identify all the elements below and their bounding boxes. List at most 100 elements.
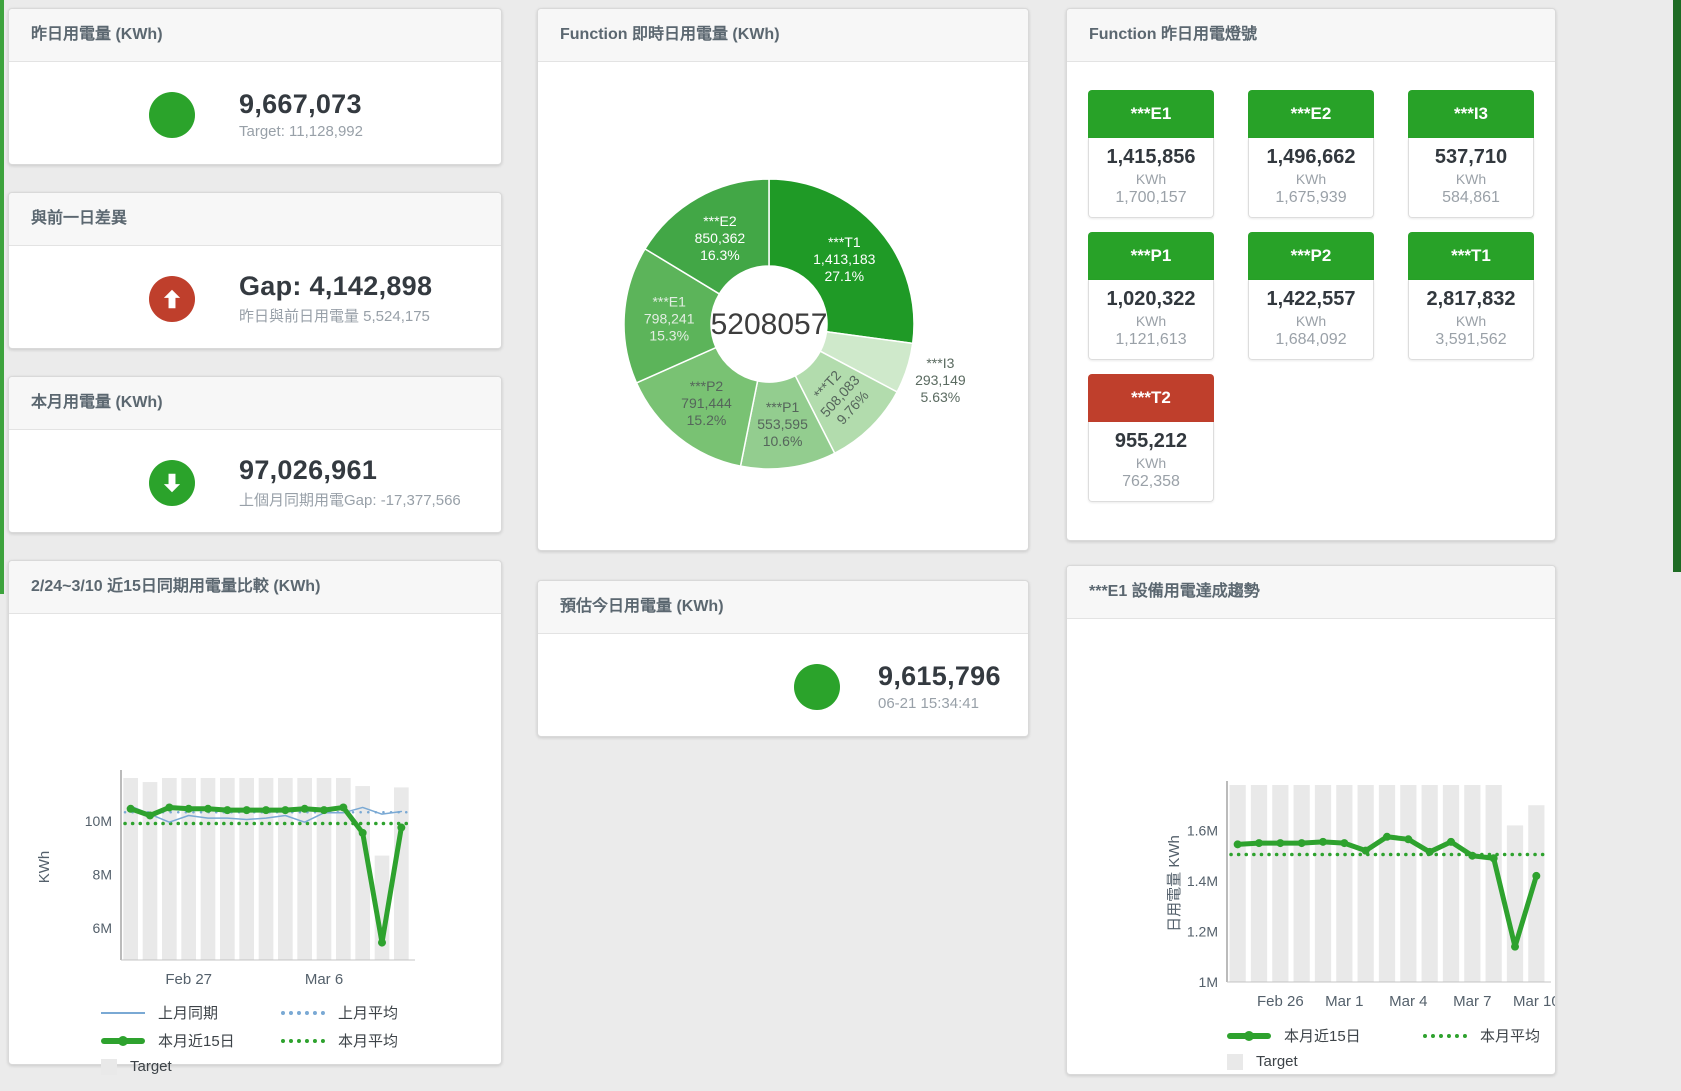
y-tick-label: 1.2M: [1187, 923, 1218, 939]
series-point[interactable]: [281, 806, 289, 814]
series-point[interactable]: [1340, 839, 1348, 847]
series-point[interactable]: [1298, 839, 1306, 847]
legend-label: 上月同期: [158, 1002, 218, 1023]
tile-value: 955,212: [1089, 430, 1213, 453]
target-bar[interactable]: [259, 778, 274, 960]
month-value: 97,026,961: [239, 455, 461, 486]
arrow-down-circle-icon: [149, 460, 195, 506]
gap-sub-label: 昨日與前日用電量 5,524,175: [239, 305, 432, 326]
legend-item[interactable]: 本月近15日: [101, 1030, 281, 1051]
status-tile-grid: ***E1 1,415,856 KWh 1,700,157 ***E2 1,49…: [1067, 62, 1555, 502]
target-bar[interactable]: [1507, 825, 1523, 982]
x-tick-label: Mar 7: [1453, 993, 1491, 1010]
series-point[interactable]: [1426, 848, 1434, 856]
series-point[interactable]: [185, 805, 193, 813]
series-point[interactable]: [223, 806, 231, 814]
target-bar[interactable]: [1272, 785, 1288, 982]
y-axis-title: 日用電量 KWh: [1166, 835, 1183, 932]
legend-item[interactable]: 上月平均: [281, 1002, 501, 1023]
y-tick-label: 1.4M: [1187, 873, 1218, 889]
panel-yesterday-usage: 昨日用電量 (KWh) 9,667,073 Target: 11,128,992: [8, 8, 502, 165]
target-bar[interactable]: [278, 778, 293, 960]
target-bar[interactable]: [1443, 785, 1459, 982]
series-point[interactable]: [165, 803, 173, 811]
series-point[interactable]: [320, 806, 328, 814]
legend-item[interactable]: 本月近15日: [1227, 1025, 1423, 1046]
target-bar[interactable]: [143, 782, 158, 960]
target-bar[interactable]: [1294, 785, 1310, 982]
series-point[interactable]: [1362, 847, 1370, 855]
series-point[interactable]: [262, 806, 270, 814]
tile-p1: ***P1 1,020,322 KWh 1,121,613: [1088, 232, 1214, 360]
panel-title: 與前一日差異: [9, 193, 501, 246]
panel-title: Function 即時日用電量 (KWh): [538, 9, 1028, 62]
tile-value: 1,496,662: [1249, 146, 1373, 169]
series-point[interactable]: [127, 805, 135, 813]
tile-target: 1,675,939: [1249, 189, 1373, 207]
tile-value: 1,415,856: [1089, 146, 1213, 169]
target-bar[interactable]: [220, 778, 235, 960]
series-point[interactable]: [301, 805, 309, 813]
series-point[interactable]: [1490, 854, 1498, 862]
tile-value: 2,817,832: [1409, 288, 1533, 311]
series-point[interactable]: [243, 806, 251, 814]
panel-title: 昨日用電量 (KWh): [9, 9, 501, 62]
tile-i3: ***I3 537,710 KWh 584,861: [1408, 90, 1534, 218]
tile-unit: KWh: [1409, 313, 1533, 329]
target-bar[interactable]: [1400, 785, 1416, 982]
compare-chart-legend: 上月同期 上月平均本月近15日本月平均Target: [101, 1002, 501, 1075]
series-point[interactable]: [1319, 838, 1327, 846]
tile-t1: ***T1 2,817,832 KWh 3,591,562: [1408, 232, 1534, 360]
compare-line-chart[interactable]: 6M8M10MFeb 27Mar 6KWh: [9, 614, 501, 992]
tile-p2: ***P2 1,422,557 KWh 1,684,092: [1248, 232, 1374, 360]
legend-item[interactable]: 上月同期: [101, 1002, 281, 1023]
target-bar[interactable]: [1464, 785, 1480, 982]
estimate-timestamp: 06-21 15:34:41: [878, 695, 1001, 712]
series-point[interactable]: [204, 805, 212, 813]
target-bar[interactable]: [1336, 785, 1352, 982]
series-point[interactable]: [359, 829, 367, 837]
e1-trend-line-chart[interactable]: 1M1.2M1.4M1.6MFeb 26Mar 1Mar 4Mar 7Mar 1…: [1067, 619, 1555, 1013]
usage-donut-chart[interactable]: ***T11,413,18327.1%***I3293,1495.63%***T…: [538, 62, 1028, 551]
tile-target: 1,684,092: [1249, 331, 1373, 349]
target-bar[interactable]: [317, 778, 332, 960]
y-tick-label: 1M: [1199, 974, 1218, 990]
series-point[interactable]: [1447, 838, 1455, 846]
series-point[interactable]: [378, 939, 386, 947]
series-point[interactable]: [1255, 839, 1263, 847]
legend-item[interactable]: 本月平均: [281, 1030, 501, 1051]
tile-value: 1,422,557: [1249, 288, 1373, 311]
series-point[interactable]: [1532, 872, 1540, 880]
target-bar[interactable]: [1230, 785, 1246, 982]
legend-item[interactable]: Target: [101, 1058, 281, 1075]
target-bar[interactable]: [1422, 785, 1438, 982]
series-point[interactable]: [397, 824, 405, 832]
series-point[interactable]: [1234, 840, 1242, 848]
target-bar[interactable]: [1251, 785, 1267, 982]
x-tick-label: Mar 6: [305, 971, 343, 988]
series-point[interactable]: [146, 811, 154, 819]
arrow-up-circle-icon: [149, 276, 195, 322]
target-bar[interactable]: [1315, 785, 1331, 982]
series-point[interactable]: [1468, 852, 1476, 860]
series-point[interactable]: [1383, 833, 1391, 841]
tile-t2: ***T2 955,212 KWh 762,358: [1088, 374, 1214, 502]
page-right-edge: [1673, 0, 1681, 572]
donut-center-total: 5208057: [711, 308, 828, 341]
series-point[interactable]: [1404, 835, 1412, 843]
target-bar[interactable]: [1358, 785, 1374, 982]
y-axis-title: KWh: [36, 851, 53, 884]
panel-status-tiles: Function 昨日用電燈號 ***E1 1,415,856 KWh 1,70…: [1066, 8, 1556, 541]
energy-dashboard: 昨日用電量 (KWh) 9,667,073 Target: 11,128,992…: [0, 0, 1681, 1091]
series-point[interactable]: [339, 803, 347, 811]
target-bar[interactable]: [239, 778, 254, 960]
e1-trend-legend: 本月近15日 本月平均Target: [1227, 1025, 1555, 1070]
tile-device-label: ***E1: [1088, 90, 1214, 138]
legend-item[interactable]: 本月平均: [1423, 1025, 1555, 1046]
tile-target: 1,700,157: [1089, 189, 1213, 207]
target-bar[interactable]: [1379, 785, 1395, 982]
series-point[interactable]: [1511, 943, 1519, 951]
legend-item[interactable]: Target: [1227, 1053, 1423, 1070]
series-point[interactable]: [1276, 839, 1284, 847]
legend-label: 本月近15日: [1284, 1025, 1361, 1046]
